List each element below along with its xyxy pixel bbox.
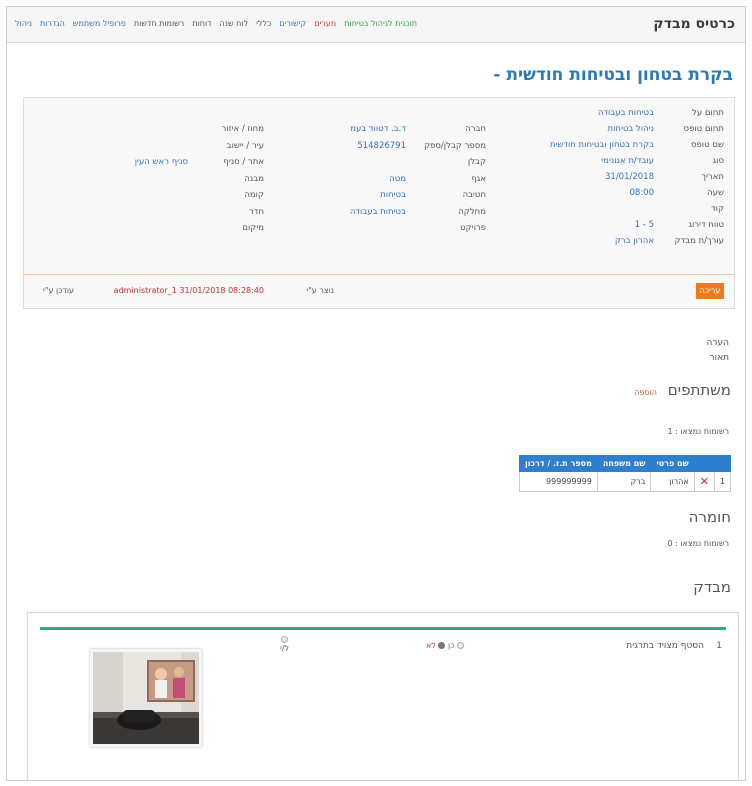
col-last-name: שם משפחה <box>596 455 652 472</box>
detail-c3-label-1: מחוז / איזור <box>221 124 265 134</box>
detail-c3-label-4: מבנה <box>244 173 264 184</box>
detail-c2-label-1: חברה <box>465 124 486 134</box>
detail-c2-label-2: מספר קבלן/ספק <box>424 140 486 151</box>
inspection-photo[interactable] <box>90 649 202 747</box>
item-text: הסטף מצויד בתרגית <box>626 641 704 651</box>
material-count: רשומות נמצאו : 0 <box>667 539 729 548</box>
detail-c1-value-8[interactable]: 5 - 1 <box>635 220 654 230</box>
detail-c2-label-6: מחלקה <box>458 206 486 217</box>
delete-icon[interactable]: ✕ <box>693 471 715 492</box>
answer-options: כן לא <box>426 641 464 650</box>
participants-heading: משתתפים הוספה <box>634 381 731 399</box>
item-number: 1 <box>716 641 722 651</box>
comment-label: הערה <box>706 338 729 348</box>
add-participant-link[interactable]: הוספה <box>634 388 657 397</box>
detail-c1-label-1: תחום על <box>692 108 724 118</box>
material-heading: חומרה <box>688 508 731 526</box>
nav-link-7[interactable]: רשומות חדשות <box>134 19 184 28</box>
col-first-name: שם פרטי <box>650 455 695 472</box>
table-row: 1 ✕ אהרון ברק 999999999 <box>518 471 732 492</box>
description-label: תאור <box>709 353 729 363</box>
created-by-value: administrator_1 31/01/2018 08:28:40 <box>113 286 264 295</box>
na-label: ל/י <box>280 644 290 653</box>
detail-c1-label-9: עורך/ת מבדק <box>674 236 724 246</box>
section-divider <box>40 627 726 630</box>
updated-by-label: עודכן ע"י <box>43 286 74 295</box>
no-radio[interactable] <box>438 642 446 649</box>
first-name-cell: אהרון <box>650 471 695 492</box>
detail-c2-value-4[interactable]: מטה <box>389 174 406 184</box>
col-id-number: מספר ת.ז. / דרכון <box>518 455 598 472</box>
detail-c1-value-5[interactable]: 31/01/2018 <box>605 172 654 182</box>
detail-c2-value-6[interactable]: בטיחות בעבודה <box>350 207 406 217</box>
nav-link-2[interactable]: מערים <box>314 19 336 28</box>
detail-c1-value-9[interactable]: אהרון ברק <box>615 236 654 246</box>
detail-c2-label-3: קבלן <box>467 157 486 167</box>
top-bar: תוכנית לניהול בטיחות מערים קישורים כללי לוח … <box>7 7 745 43</box>
detail-c3-value-3[interactable]: סניף ראש העין <box>135 157 188 167</box>
nav-link-8[interactable]: פרופיל משתמש <box>73 19 126 28</box>
top-nav: תוכנית לניהול בטיחות מערים קישורים כללי לוח … <box>15 19 417 28</box>
col-row-number <box>713 455 732 472</box>
nav-link-1[interactable]: תוכנית לניהול בטיחות <box>344 19 417 28</box>
detail-c1-value-6[interactable]: 08:00 <box>630 188 655 198</box>
nav-link-5[interactable]: לוח שנה <box>220 19 249 28</box>
detail-c1-label-7: קוד <box>711 204 724 214</box>
photo-image <box>93 652 199 744</box>
detail-c1-label-5: תאריך <box>701 172 724 182</box>
page-title: בקרת בטחון ובטיחות חודשית - <box>493 65 733 85</box>
detail-c1-value-3[interactable]: בקרת בטחון ובטיחות חודשית <box>550 140 654 150</box>
id-number-cell: 999999999 <box>518 471 598 492</box>
yes-radio[interactable] <box>456 642 464 649</box>
details-panel: תחום על בטיחות בעבודה תחום טופס ניהול בטיחו… <box>23 97 735 309</box>
detail-c1-value-2[interactable]: ניהול בטיחות <box>608 124 655 134</box>
inspection-heading: מבדק <box>693 578 731 596</box>
detail-c1-label-6: שעה <box>707 188 724 198</box>
nav-link-6[interactable]: דוחות <box>192 19 211 28</box>
nav-link-3[interactable]: קישורים <box>279 19 306 28</box>
col-delete <box>693 455 715 472</box>
detail-c3-label-3: אתר / סניף <box>223 157 264 167</box>
detail-c2-value-1[interactable]: ד.ב. דטווד בעמ <box>350 124 406 134</box>
row-number: 1 <box>713 471 732 492</box>
detail-c2-label-5: חטיבה <box>462 190 486 200</box>
participants-title: משתתפים <box>667 381 731 399</box>
details-footer: עריכה נוצר ע"י administrator_1 31/01/201… <box>24 274 734 308</box>
detail-c1-label-8: טווח דירוג <box>688 220 724 230</box>
detail-c3-label-7: מיקום <box>242 223 264 233</box>
detail-c3-label-2: עיר / יישוב <box>226 140 264 151</box>
participants-table: שם פרטי שם משפחה מספר ת.ז. / דרכון 1 ✕ א… <box>518 455 732 492</box>
detail-c3-label-6: חדר <box>249 206 264 217</box>
edit-button[interactable]: עריכה <box>696 283 724 299</box>
last-name-cell: ברק <box>596 471 652 492</box>
detail-c2-label-7: פרויקט <box>460 223 486 233</box>
page-frame: תוכנית לניהול בטיחות מערים קישורים כללי לוח … <box>6 6 746 781</box>
detail-c1-label-4: סוג <box>712 156 724 166</box>
participants-count: רשומות נמצאו : 1 <box>667 427 729 436</box>
detail-c1-value-4[interactable]: עובד/ת אנונימי <box>601 156 654 166</box>
detail-c3-label-5: קומה <box>244 190 264 200</box>
yes-label: כן <box>448 641 455 650</box>
nav-link-4[interactable]: כללי <box>256 19 271 28</box>
detail-c2-value-2[interactable]: 514826791 <box>357 141 406 151</box>
nav-link-10[interactable]: ניהול <box>15 19 32 28</box>
detail-c2-value-5[interactable]: בטיחות <box>380 190 406 200</box>
detail-c1-label-2: תחום טופס <box>683 124 724 134</box>
no-label: לא <box>426 641 436 650</box>
detail-c1-value-1[interactable]: בטיחות בעבודה <box>598 108 654 118</box>
inspection-box: 1 הסטף מצויד בתרגית כן לא ל/י <box>27 612 739 780</box>
na-option: ל/י <box>280 635 289 653</box>
window-title: כרטיס מבדק <box>653 16 735 32</box>
detail-c1-label-3: שם טופס <box>690 140 724 150</box>
detail-c2-label-4: אגף <box>471 173 486 184</box>
created-by-label: נוצר ע"י <box>306 286 334 295</box>
nav-link-9[interactable]: הגדרות <box>40 19 65 28</box>
na-radio[interactable] <box>281 636 289 643</box>
